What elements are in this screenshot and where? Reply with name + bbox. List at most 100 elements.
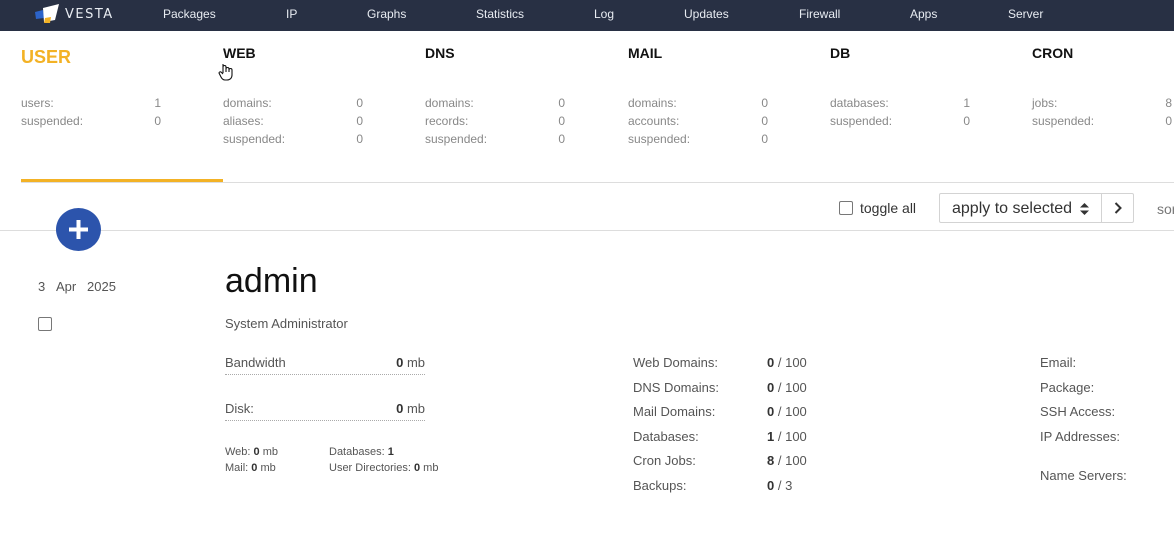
bulk-action-select[interactable]: apply to selected: [940, 194, 1102, 222]
limit-label: Mail Domains:: [633, 404, 716, 419]
nav-packages[interactable]: Packages: [163, 7, 216, 21]
stat-value: 0: [356, 96, 363, 110]
stat-rows-db: databases: 1 suspended: 0: [830, 96, 970, 132]
disk-usage: Disk: 0 mb: [225, 401, 425, 421]
limit-label: Cron Jobs:: [633, 453, 696, 468]
nav-graphs[interactable]: Graphs: [367, 7, 406, 21]
limit-value: 0 / 100: [767, 380, 807, 395]
stat-row: suspended: 0: [223, 132, 363, 150]
stat-label: accounts:: [628, 114, 680, 128]
limit-row-dns-domains: DNS Domains: 0 / 100: [633, 380, 933, 398]
limit-max: / 100: [777, 453, 807, 468]
apply-button[interactable]: [1101, 194, 1134, 222]
stat-row: suspended: 0: [830, 114, 970, 132]
limit-max: / 100: [777, 380, 807, 395]
stat-row: jobs: 8: [1032, 96, 1172, 114]
bandwidth-usage: Bandwidth 0 mb: [225, 355, 425, 375]
stat-row: aliases: 0: [223, 114, 363, 132]
limit-label: DNS Domains:: [633, 380, 719, 395]
toggle-all-checkbox[interactable]: [839, 201, 853, 215]
vesta-logo-icon: [35, 4, 59, 23]
nav-server[interactable]: Server: [1008, 7, 1043, 21]
stat-value: 0: [558, 114, 565, 128]
limit-label: Backups:: [633, 478, 687, 493]
limit-used: 8: [767, 453, 775, 468]
nav-firewall[interactable]: Firewall: [799, 7, 840, 21]
row-select-checkbox[interactable]: [38, 317, 52, 331]
stat-tab-cron[interactable]: CRON jobs: 8 suspended: 0: [1032, 45, 1172, 128]
databases-usage: Databases: 1: [329, 446, 394, 458]
disk-label: Disk:: [225, 401, 254, 416]
stat-label: suspended:: [1032, 114, 1095, 128]
package-label: Package:: [1040, 380, 1095, 395]
limit-row-cron-jobs: Cron Jobs: 8 / 100: [633, 453, 933, 471]
sort-control[interactable]: sort: [1157, 201, 1174, 217]
stat-tab-user[interactable]: USER users: 1 suspended: 0: [21, 45, 161, 128]
nav-updates[interactable]: Updates: [684, 7, 729, 21]
date-year: 2025: [87, 279, 116, 294]
limit-max: / 100: [777, 404, 807, 419]
chevron-right-icon: [1114, 202, 1122, 214]
brand-name: VESTA: [65, 7, 114, 22]
stat-title-db: DB: [830, 45, 851, 61]
stat-value: 0: [761, 132, 768, 146]
stat-label: databases:: [830, 96, 889, 110]
bulk-action-group: apply to selected: [939, 193, 1134, 223]
stat-label: suspended:: [830, 114, 893, 128]
limit-max: / 100: [777, 429, 807, 444]
limit-row-mail-domains: Mail Domains: 0 / 100: [633, 404, 933, 422]
disk-unit: mb: [406, 401, 425, 416]
stat-value: 0: [356, 132, 363, 146]
web-usage: Web: 0 mb: [225, 446, 278, 458]
stat-title-user: USER: [21, 47, 72, 67]
stat-row: suspended: 0: [1032, 114, 1172, 132]
stat-value: 1: [154, 96, 161, 110]
stat-row: domains: 0: [223, 96, 363, 114]
stat-rows-user: users: 1 suspended: 0: [21, 96, 161, 132]
stat-title-dns: DNS: [425, 45, 455, 61]
stat-row: suspended: 0: [21, 114, 161, 132]
stat-label: domains:: [628, 96, 677, 110]
stat-label: suspended:: [21, 114, 84, 128]
web-usage-unit: mb: [262, 446, 279, 458]
limit-row-backups: Backups: 0 / 3: [633, 478, 933, 496]
limit-label: Databases:: [633, 429, 699, 444]
stat-label: suspended:: [425, 132, 488, 146]
nav-statistics[interactable]: Statistics: [476, 7, 524, 21]
user-name[interactable]: admin: [225, 262, 318, 301]
add-user-button[interactable]: [56, 208, 101, 251]
limit-used: 0: [767, 478, 775, 493]
limit-max: / 100: [777, 355, 807, 370]
user-dirs-usage-label: User Directories:: [329, 462, 411, 474]
stat-row: suspended: 0: [425, 132, 565, 150]
vesta-logo[interactable]: VESTA: [35, 4, 125, 26]
ssh-access-label: SSH Access:: [1040, 404, 1116, 419]
stat-value: 0: [761, 114, 768, 128]
stat-tab-web[interactable]: WEB domains: 0 aliases: 0 suspended: 0: [223, 45, 363, 146]
limit-label: Web Domains:: [633, 355, 719, 370]
bulk-action-label: apply to selected: [952, 200, 1073, 217]
stat-label: jobs:: [1032, 96, 1058, 110]
name-servers-label: Name Servers:: [1040, 468, 1127, 483]
stat-rows-web: domains: 0 aliases: 0 suspended: 0: [223, 96, 363, 150]
stat-value: 1: [963, 96, 970, 110]
stat-label: users:: [21, 96, 54, 110]
limit-max: / 3: [777, 478, 793, 493]
nav-log[interactable]: Log: [594, 7, 614, 21]
stat-value: 0: [154, 114, 161, 128]
stat-tab-mail[interactable]: MAIL domains: 0 accounts: 0 suspended: 0: [628, 45, 768, 146]
top-navbar: VESTA Packages IP Graphs Statistics Log …: [0, 0, 1174, 31]
ip-addresses-label: IP Addresses:: [1040, 429, 1120, 444]
limit-used: 0: [767, 380, 775, 395]
stat-tab-db[interactable]: DB databases: 1 suspended: 0: [830, 45, 970, 128]
limit-value: 8 / 100: [767, 453, 807, 468]
nav-apps[interactable]: Apps: [910, 7, 937, 21]
stat-label: aliases:: [223, 114, 264, 128]
stat-label: records:: [425, 114, 469, 128]
nav-ip[interactable]: IP: [286, 7, 297, 21]
stat-label: suspended:: [223, 132, 286, 146]
disk-amount: 0: [396, 401, 404, 416]
stat-tab-dns[interactable]: DNS domains: 0 records: 0 suspended: 0: [425, 45, 565, 146]
stat-value: 8: [1165, 96, 1172, 110]
databases-usage-value: 1: [387, 446, 394, 458]
